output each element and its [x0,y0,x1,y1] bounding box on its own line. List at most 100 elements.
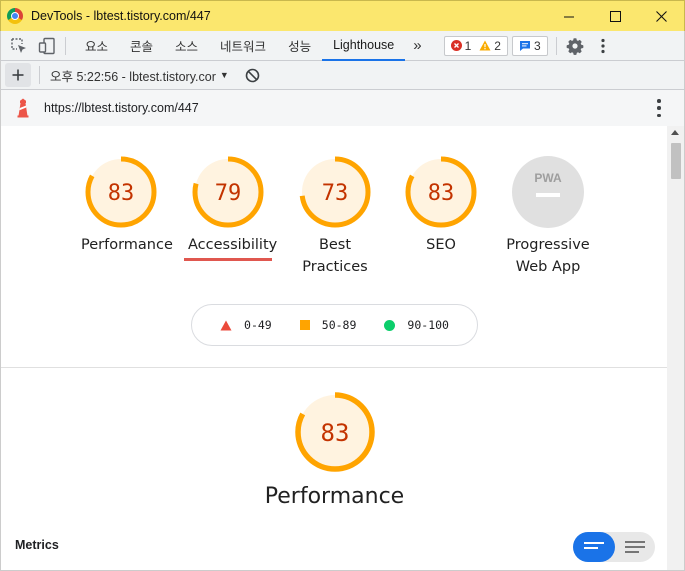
performance-section-gauge: 83 [293,390,377,478]
kebab-dot [657,113,661,117]
report-url[interactable]: https://lbtest.tistory.com/447 [44,101,199,115]
tab-lighthouse[interactable]: Lighthouse [322,31,406,61]
new-report-button[interactable] [5,63,31,87]
devtools-tabs-bar: 요소 콘솔 소스 네트워크 성능 Lighthouse » 1 2 3 [0,31,685,61]
maximize-icon [609,11,621,22]
lighthouse-logo-icon [17,98,29,118]
legend-item-fail: 0-49 [220,318,272,332]
gauge-performance[interactable]: 83 Performance [81,154,173,256]
section-title: Performance [264,484,405,509]
chrome-icon [7,8,23,24]
legend-item-pass: 90-100 [384,318,449,332]
maximize-button[interactable] [592,1,638,32]
gauge-label: Performance [81,237,173,253]
score-value: 83 [321,419,350,447]
report-menu-button[interactable] [656,99,662,117]
gauge-seo[interactable]: 83 SEO [401,154,481,256]
metrics-heading: Metrics [15,538,59,552]
kebab-dot [657,99,661,103]
messages-counter[interactable]: 3 [511,35,548,56]
gauge-label: SEO [426,237,456,253]
report-selector[interactable]: 오후 5:22:56 - lbtest.tistory.cor ▼ [50,66,229,85]
gauge-pwa[interactable]: PWA Progressive Web App [498,154,598,278]
report-url-bar: https://lbtest.tistory.com/447 [0,90,685,126]
message-icon [519,40,530,51]
minimize-icon [564,16,574,17]
toolbar-divider [555,36,557,55]
report-selector-label: 오후 5:22:56 - lbtest.tistory.cor [50,69,216,84]
compact-view-button[interactable] [573,532,615,562]
lighthouse-toolbar: 오후 5:22:56 - lbtest.tistory.cor ▼ [0,61,685,90]
block-icon [246,68,260,82]
score-ring: 73 [299,156,371,228]
kebab-dot [657,106,661,110]
list-compact-icon [583,542,604,549]
plus-icon [12,69,24,81]
tab-performance[interactable]: 성능 [277,31,322,61]
score-ring: 83 [295,392,375,472]
legend-range: 50-89 [321,318,357,332]
triangle-icon [220,320,232,330]
tab-network[interactable]: 네트워크 [209,31,277,61]
customize-menu-button[interactable] [593,36,613,56]
device-toggle-icon [38,37,55,54]
more-tabs-button[interactable]: » [405,31,429,61]
tab-elements[interactable]: 요소 [74,31,119,61]
expanded-view-button[interactable] [615,532,656,562]
vertical-scrollbar[interactable] [667,126,684,570]
device-toolbar-button[interactable] [37,36,57,56]
gauge-accessibility[interactable]: 79 Accessibility [184,154,278,261]
gauge-label: Accessibility [188,237,278,253]
close-icon [655,11,667,22]
score-ring: 79 [192,156,264,228]
score-value: 83 [108,181,135,206]
inspect-icon [11,37,26,53]
toolbar-divider [39,66,40,84]
settings-button[interactable] [565,36,585,56]
legend-range: 0-49 [244,318,272,332]
metrics-view-toggle [573,532,655,562]
window-titlebar: DevTools - lbtest.tistory.com/447 [0,0,685,31]
tab-sources[interactable]: 소스 [164,31,209,61]
pwa-dash-icon [536,193,560,197]
scroll-thumb[interactable] [671,143,681,179]
clear-reports-button[interactable] [243,65,263,85]
score-ring: 83 [405,156,477,228]
gauge-label: Progressive Web App [506,237,590,275]
inspect-element-button[interactable] [9,36,29,56]
close-button[interactable] [638,1,684,32]
window-controls [546,1,684,32]
window-title: DevTools - lbtest.tistory.com/447 [31,9,211,23]
selected-category-underline [184,258,272,261]
pwa-circle [512,156,584,228]
section-divider [1,367,668,368]
issues-counter[interactable]: 1 2 [443,35,508,56]
pwa-badge: PWA [512,156,584,228]
pwa-logo: PWA [534,171,562,185]
message-count: 3 [519,39,541,53]
error-icon [450,40,462,51]
tab-console[interactable]: 콘솔 [119,31,164,61]
error-count: 1 [450,39,471,53]
gauge-best-practices[interactable]: 73 Best Practices [295,154,375,278]
score-scale-legend: 0-49 50-89 90-100 [191,304,478,346]
scroll-up-icon[interactable] [671,130,679,135]
square-icon [299,320,310,330]
gear-icon [566,37,584,55]
list-expanded-icon [624,541,645,553]
legend-item-average: 50-89 [299,318,357,332]
score-value: 79 [215,181,242,206]
score-value: 73 [322,181,349,206]
warning-count: 2 [479,39,501,53]
legend-range: 90-100 [407,318,449,332]
minimize-button[interactable] [546,1,592,32]
toolbar-divider [65,36,66,55]
lighthouse-report: 83 Performance 79 Accessibility 73 Best … [0,126,685,571]
chevron-down-icon: ▼ [219,70,229,80]
score-value: 83 [428,181,455,206]
circle-icon [384,319,396,331]
warning-icon [479,40,491,51]
kebab-menu-icon [601,38,605,53]
score-ring: 83 [85,156,157,228]
gauge-label: Best Practices [302,237,368,275]
